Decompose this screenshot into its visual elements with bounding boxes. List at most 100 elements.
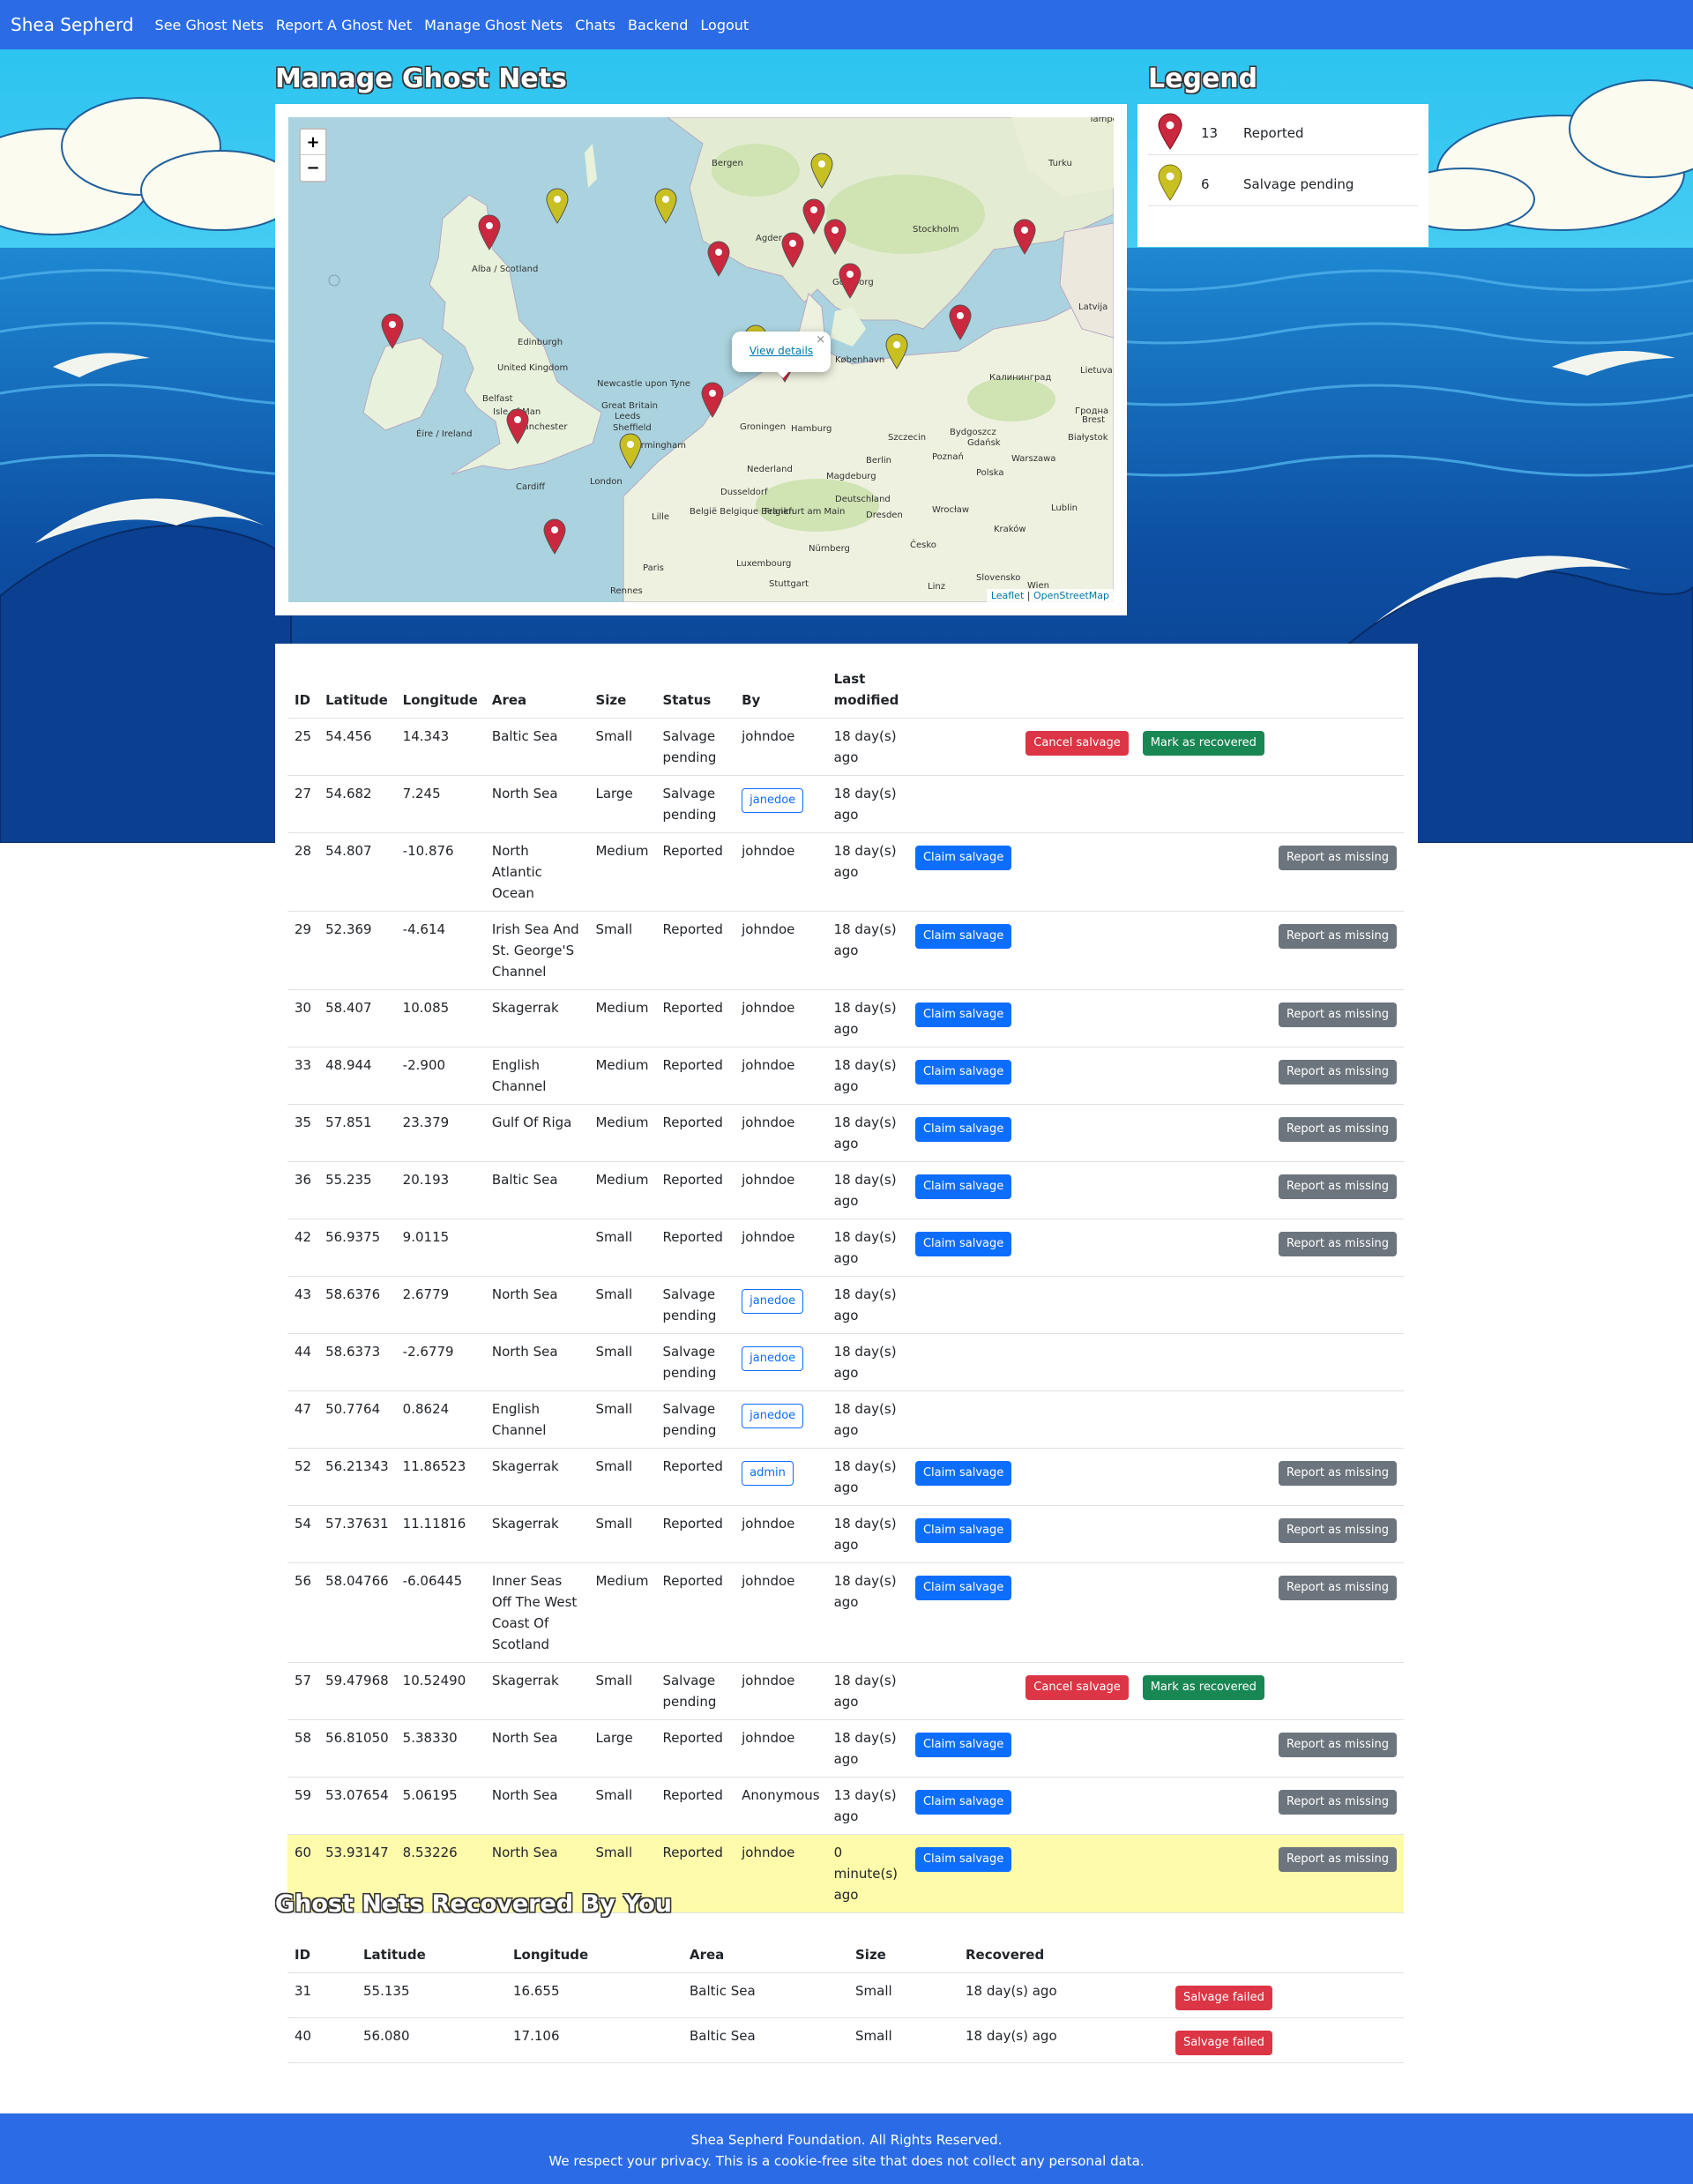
cell-id: 52 — [287, 1448, 319, 1506]
ghost-net-map[interactable]: Bergen Turku Stockholm Tampere Edinburgh Unit… — [288, 117, 1114, 602]
claim-salvage-button[interactable]: Claim salvage — [914, 846, 1012, 870]
cell-last-modified: 18 day(s) ago — [826, 1276, 908, 1334]
zoom-in-button[interactable]: + — [301, 130, 325, 155]
leaflet-link[interactable]: Leaflet — [991, 590, 1024, 601]
cell-last-modified: 18 day(s) ago — [826, 1662, 908, 1720]
cell-longitude: 20.193 — [395, 1161, 485, 1219]
cell-latitude: 50.7764 — [318, 1390, 396, 1449]
rec-cell-area: Baltic Sea — [682, 1972, 848, 2018]
claim-salvage-button[interactable]: Claim salvage — [914, 1060, 1012, 1085]
report-as-missing-button[interactable]: Report as missing — [1278, 1461, 1397, 1486]
map-place-label: Magdeburg — [826, 472, 876, 481]
nav-logout[interactable]: Logout — [700, 17, 749, 34]
assignee-badge[interactable]: janedoe — [742, 1346, 804, 1371]
claim-salvage-button[interactable]: Claim salvage — [914, 1790, 1012, 1815]
report-as-missing-button[interactable]: Report as missing — [1278, 846, 1397, 870]
map-place-label: Alba / Scotland — [472, 265, 538, 274]
report-as-missing-button[interactable]: Report as missing — [1278, 1790, 1397, 1815]
zoom-out-button[interactable]: − — [301, 155, 325, 181]
report-as-missing-button[interactable]: Report as missing — [1278, 1518, 1397, 1543]
cell-size: Small — [588, 1276, 656, 1334]
map-place-label: København — [835, 355, 884, 365]
claim-salvage-button[interactable]: Claim salvage — [914, 1174, 1012, 1199]
cell-id: 28 — [287, 832, 319, 912]
map-place-label: Česko — [910, 539, 936, 550]
map-place-label: Bydgoszcz — [950, 428, 996, 437]
claim-salvage-button[interactable]: Claim salvage — [914, 924, 1012, 949]
mark-as-recovered-button[interactable]: Mark as recovered — [1142, 1675, 1264, 1700]
cell-latitude: 48.944 — [318, 1047, 396, 1105]
cell-id: 57 — [287, 1662, 319, 1720]
table-row: 42 56.9375 9.0115 Small Reported johndoe 18 da… — [287, 1219, 1404, 1277]
cancel-salvage-button[interactable]: Cancel salvage — [1025, 1675, 1129, 1700]
map-place-label: Lille — [652, 512, 669, 522]
cell-area: North Sea — [484, 1333, 589, 1391]
cell-area: Skagerrak — [484, 1505, 589, 1563]
nav-report-ghost-net[interactable]: Report A Ghost Net — [276, 17, 412, 34]
map-place-label: België Belgique Belgien — [690, 507, 794, 517]
cell-by: janedoe — [735, 1276, 827, 1334]
report-as-missing-button[interactable]: Report as missing — [1278, 1576, 1397, 1600]
cell-by: johndoe — [735, 989, 827, 1047]
map-place-label: Wrocław — [932, 505, 969, 515]
cell-size: Small — [588, 1219, 656, 1277]
claim-salvage-button[interactable]: Claim salvage — [914, 1117, 1012, 1142]
cell-latitude: 59.47968 — [318, 1662, 396, 1720]
brand-link[interactable]: Shea Sepherd — [11, 14, 134, 35]
assignee-badge[interactable]: janedoe — [742, 788, 804, 813]
cell-latitude: 54.456 — [318, 718, 396, 776]
report-as-missing-button[interactable]: Report as missing — [1278, 1847, 1397, 1872]
col-last-modified-header: Last modified — [826, 661, 908, 719]
report-as-missing-button[interactable]: Report as missing — [1278, 1174, 1397, 1199]
col-longitude-header: Longitude — [395, 661, 485, 719]
table-row: 25 54.456 14.343 Baltic Sea Small Salvage pen… — [287, 718, 1404, 776]
report-as-missing-button[interactable]: Report as missing — [1278, 1060, 1397, 1085]
claim-salvage-button[interactable]: Claim salvage — [914, 1518, 1012, 1543]
cancel-salvage-button[interactable]: Cancel salvage — [1025, 731, 1129, 756]
claim-salvage-button[interactable]: Claim salvage — [914, 1733, 1012, 1757]
assignee-badge[interactable]: admin — [742, 1461, 794, 1486]
popup-view-details-link[interactable]: View details — [750, 345, 813, 357]
cell-longitude: 5.06195 — [395, 1777, 485, 1835]
map-place-label: Leeds — [615, 412, 640, 421]
report-as-missing-button[interactable]: Report as missing — [1278, 1003, 1397, 1027]
claim-salvage-button[interactable]: Claim salvage — [914, 1576, 1012, 1600]
cell-area — [484, 1219, 589, 1277]
cell-size: Small — [588, 1777, 656, 1835]
cell-last-modified: 18 day(s) ago — [826, 832, 908, 912]
report-as-missing-button[interactable]: Report as missing — [1278, 1117, 1397, 1142]
cell-id: 33 — [287, 1047, 319, 1105]
rec-cell-id: 40 — [287, 2017, 356, 2063]
legend-card: 13 Reported 6 Salvage pending — [1137, 104, 1428, 247]
nav-chats[interactable]: Chats — [575, 17, 615, 34]
cell-last-modified: 18 day(s) ago — [826, 1562, 908, 1663]
legend-label-reported: Reported — [1243, 125, 1304, 141]
salvage-failed-button[interactable]: Salvage failed — [1175, 2031, 1272, 2055]
nav-backend[interactable]: Backend — [628, 17, 688, 34]
report-as-missing-button[interactable]: Report as missing — [1278, 1232, 1397, 1256]
cell-latitude: 53.07654 — [318, 1777, 396, 1835]
cell-status: Salvage pending — [655, 1662, 735, 1720]
salvage-failed-button[interactable]: Salvage failed — [1175, 1986, 1272, 2010]
claim-salvage-button[interactable]: Claim salvage — [914, 1232, 1012, 1256]
claim-salvage-button[interactable]: Claim salvage — [914, 1003, 1012, 1027]
osm-link[interactable]: OpenStreetMap — [1033, 590, 1109, 601]
legend-label-salvage-pending: Salvage pending — [1243, 176, 1354, 192]
assignee-badge[interactable]: janedoe — [742, 1289, 804, 1314]
cell-longitude: 10.085 — [395, 989, 485, 1047]
report-as-missing-button[interactable]: Report as missing — [1278, 1733, 1397, 1757]
red-marker-icon — [1158, 113, 1182, 150]
cell-longitude: -10.876 — [395, 832, 485, 912]
assignee-badge[interactable]: janedoe — [742, 1404, 804, 1428]
claim-salvage-button[interactable]: Claim salvage — [914, 1847, 1012, 1872]
report-as-missing-button[interactable]: Report as missing — [1278, 924, 1397, 949]
claim-salvage-button[interactable]: Claim salvage — [914, 1461, 1012, 1486]
popup-close-button[interactable]: × — [816, 333, 825, 347]
map-place-label: Belfast — [482, 394, 513, 404]
cell-latitude: 54.807 — [318, 832, 396, 912]
mark-as-recovered-button[interactable]: Mark as recovered — [1142, 731, 1264, 756]
cell-size: Medium — [588, 1562, 656, 1663]
nav-manage-ghost-nets[interactable]: Manage Ghost Nets — [424, 17, 563, 34]
nav-see-ghost-nets[interactable]: See Ghost Nets — [155, 17, 264, 34]
cell-last-modified: 18 day(s) ago — [826, 1448, 908, 1506]
